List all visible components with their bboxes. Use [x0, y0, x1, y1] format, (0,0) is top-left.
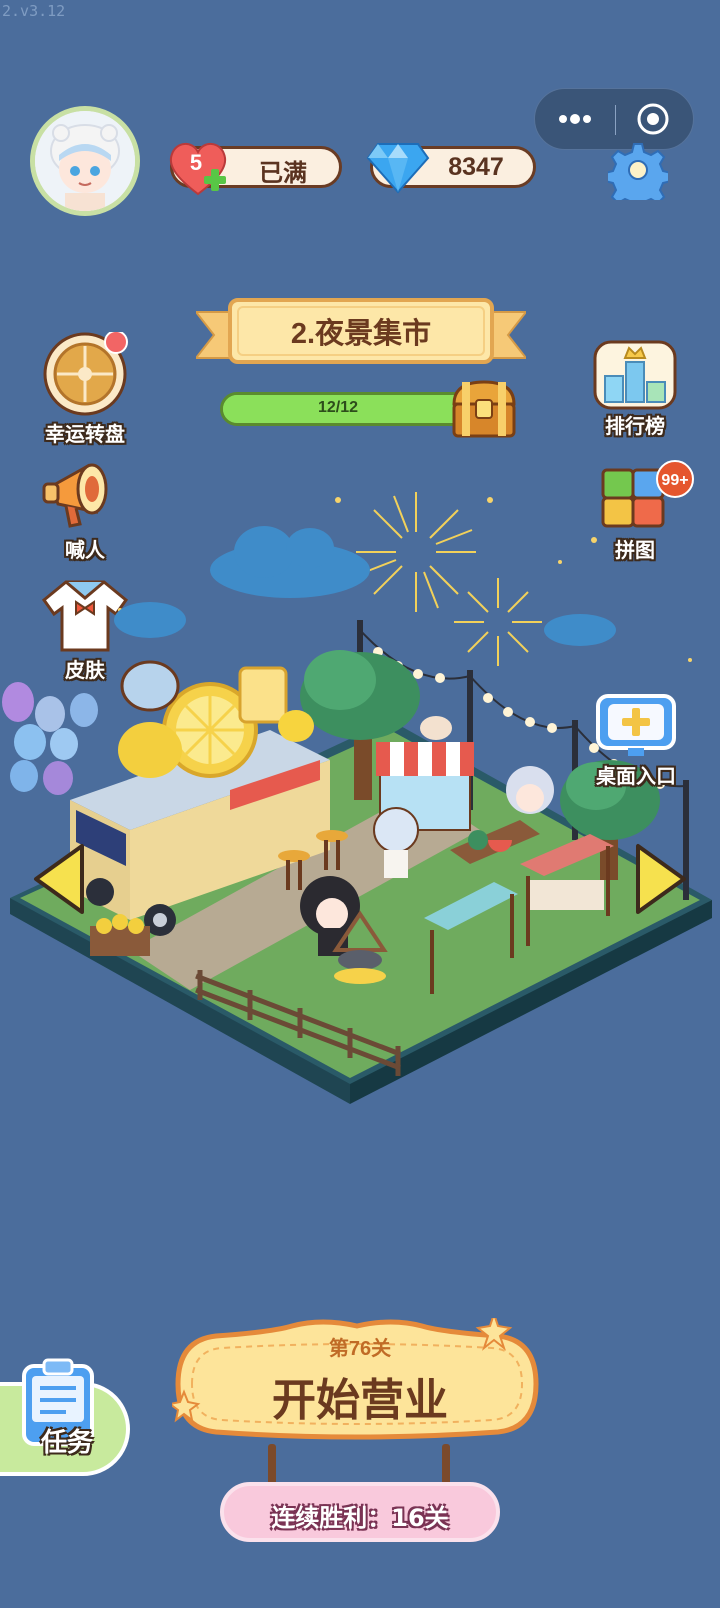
- diamond-icon: [366, 140, 430, 194]
- version-label: 2.v3.12: [2, 2, 66, 20]
- treasure-chest-icon[interactable]: [448, 376, 520, 442]
- desktop-entry-button[interactable]: 桌面入口: [584, 692, 688, 788]
- lucky-wheel-button[interactable]: 幸运转盘: [30, 330, 140, 446]
- level-progress-bar: 12/12: [220, 392, 470, 426]
- settings-gear-icon[interactable]: [604, 140, 672, 211]
- close-miniprogram-icon[interactable]: [635, 101, 671, 137]
- lemon-crate: [90, 914, 150, 956]
- avatar-portrait-icon: [35, 111, 135, 211]
- desktop-entry-label: 桌面入口: [596, 764, 676, 788]
- task-label: 任务: [40, 1428, 93, 1458]
- leaderboard-icon: [593, 340, 677, 410]
- more-icon[interactable]: [555, 111, 595, 127]
- level-title: 2.夜景集市: [290, 318, 432, 350]
- lives-status: 已满: [259, 160, 307, 187]
- desktop-add-icon: [596, 694, 676, 756]
- lucky-wheel-label: 幸运转盘: [45, 422, 125, 446]
- leaderboard-label: 排行榜: [605, 414, 665, 438]
- start-business-label: 开始营业: [272, 1375, 448, 1426]
- player-avatar[interactable]: [30, 106, 140, 216]
- leaderboard-button[interactable]: 排行榜: [580, 340, 690, 438]
- firework-small: [454, 578, 542, 666]
- lives-count: 5: [189, 150, 203, 175]
- firework-large: [356, 492, 476, 612]
- progress-text: 12/12: [317, 399, 359, 416]
- clouds: [114, 526, 616, 646]
- win-streak-label: 连续胜利：16关: [271, 1504, 449, 1532]
- stage-number: 第76关: [328, 1338, 392, 1360]
- capsule-divider: [615, 105, 616, 135]
- lucky-wheel-icon: [43, 330, 128, 416]
- night-market-scene: [2, 492, 712, 1104]
- balloons: [2, 682, 98, 795]
- heart-icon: 5: [166, 138, 232, 198]
- win-streak-sign: 连续胜利：16关: [220, 1482, 500, 1542]
- previous-scene-arrow-icon[interactable]: [32, 842, 86, 916]
- next-scene-arrow-icon[interactable]: [634, 842, 688, 916]
- gems-count: 8347: [448, 153, 504, 181]
